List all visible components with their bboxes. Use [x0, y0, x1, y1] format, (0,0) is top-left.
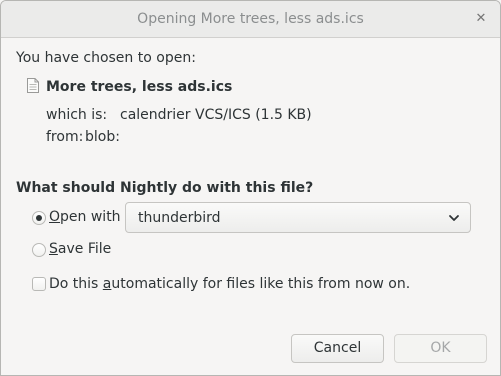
- open-with-label-post: pen with: [60, 209, 121, 225]
- dialog-title: Opening More trees, less ads.ics: [137, 11, 364, 27]
- chevron-down-icon: [449, 215, 459, 221]
- which-is-label: which is:: [46, 107, 108, 123]
- save-file-radio[interactable]: [32, 243, 46, 257]
- file-type-value: calendrier VCS/ICS (1.5 KB): [120, 107, 312, 123]
- auto-action-label[interactable]: Do this automatically for files like thi…: [49, 276, 410, 292]
- file-name: More trees, less ads.ics: [46, 79, 233, 95]
- open-with-mnemonic: O: [49, 209, 61, 225]
- ok-button[interactable]: OK: [394, 334, 487, 363]
- open-file-dialog: Opening More trees, less ads.ics ✕ You h…: [0, 0, 501, 376]
- auto-action-label-post: utomatically for files like this from no…: [111, 276, 411, 292]
- auto-action-checkbox[interactable]: [32, 277, 46, 291]
- application-select[interactable]: thunderbird: [125, 202, 471, 233]
- save-file-label[interactable]: Save File: [49, 241, 111, 257]
- auto-action-label-pre: Do this: [49, 276, 103, 292]
- from-value: blob:: [85, 129, 120, 145]
- file-icon: [27, 78, 39, 93]
- open-with-label[interactable]: Open with: [49, 209, 121, 225]
- cancel-button[interactable]: Cancel: [291, 334, 384, 363]
- application-select-value: thunderbird: [138, 210, 221, 226]
- chosen-to-open-label: You have chosen to open:: [16, 50, 196, 66]
- open-with-radio[interactable]: [32, 211, 46, 225]
- title-bar: Opening More trees, less ads.ics ✕: [1, 1, 500, 38]
- save-file-label-post: ave File: [57, 241, 112, 257]
- from-label: from:: [46, 129, 84, 145]
- action-question: What should Nightly do with this file?: [16, 180, 314, 196]
- save-file-mnemonic: S: [49, 241, 58, 257]
- close-icon[interactable]: ✕: [472, 10, 490, 28]
